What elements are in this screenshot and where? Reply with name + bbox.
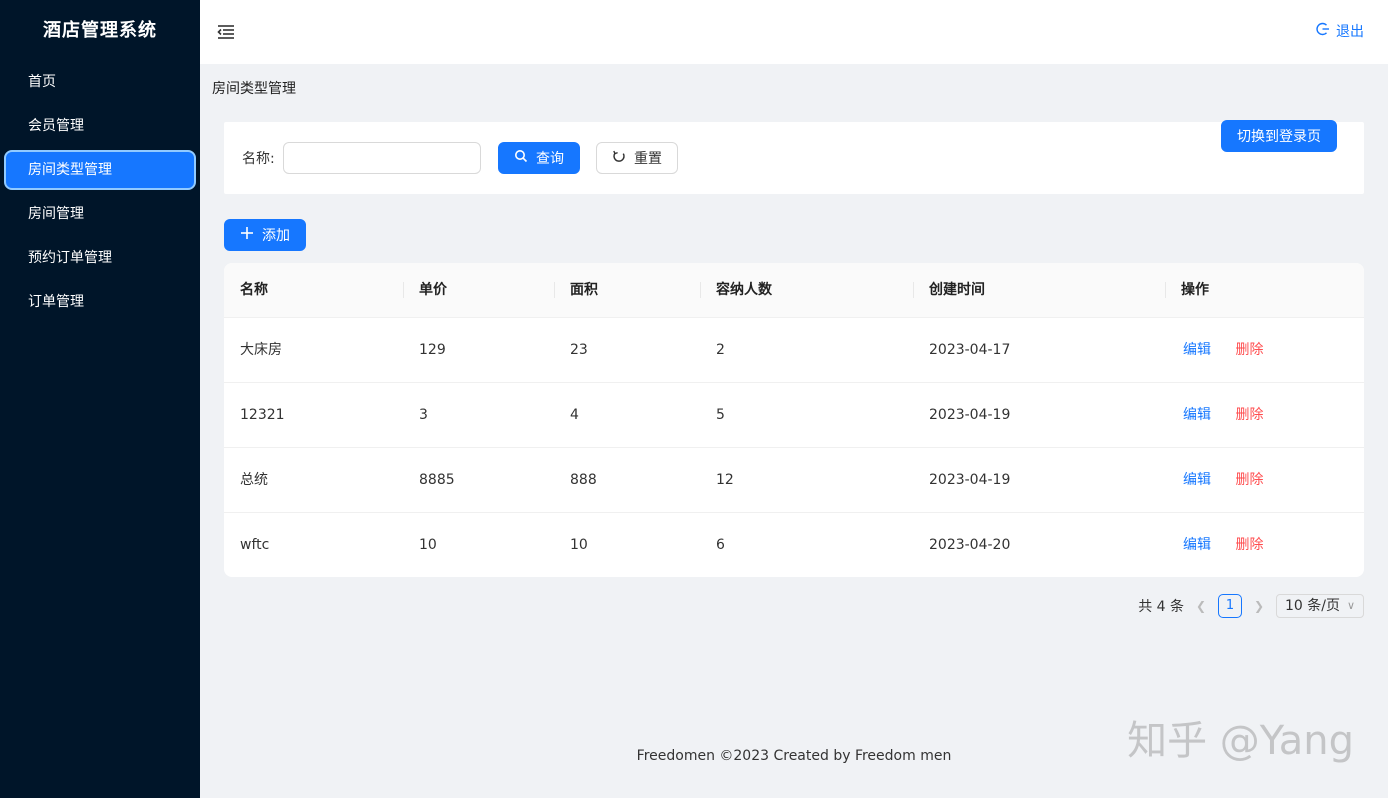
table-row: wftc 10 10 6 2023-04-20 编辑 删除 — [224, 513, 1364, 577]
edit-link[interactable]: 编辑 — [1183, 472, 1211, 488]
column-header-created[interactable]: 创建时间 — [913, 263, 1165, 317]
sidebar-item-members[interactable]: 会员管理 — [4, 106, 196, 146]
logout-button[interactable]: 退出 — [1316, 20, 1364, 44]
cell-created: 2023-04-19 — [929, 472, 1011, 488]
chevron-left-icon[interactable]: ❮ — [1194, 599, 1208, 613]
sidebar-item-reservations[interactable]: 预约订单管理 — [4, 238, 196, 278]
page-size-select[interactable]: 10 条/页 ∨ — [1276, 594, 1364, 618]
chevron-down-icon: ∨ — [1346, 599, 1355, 612]
table-header: 名称 单价 面积 容纳人数 创建时间 操作 — [224, 263, 1364, 318]
table-row: 大床房 129 23 2 2023-04-17 编辑 删除 — [224, 318, 1364, 383]
name-label: 名称: — [242, 151, 275, 167]
edit-link[interactable]: 编辑 — [1183, 537, 1211, 553]
cell-price: 10 — [419, 537, 437, 553]
column-header-area[interactable]: 面积 — [554, 263, 700, 317]
room-type-table: 名称 单价 面积 容纳人数 创建时间 操作 大床房 129 23 2 2023-… — [224, 263, 1364, 577]
cell-created: 2023-04-20 — [929, 537, 1011, 553]
app-title: 酒店管理系统 — [43, 20, 157, 41]
cell-created: 2023-04-19 — [929, 407, 1011, 423]
cell-name: 12321 — [240, 407, 285, 423]
cell-actions: 编辑 删除 — [1165, 513, 1364, 577]
sidebar-item-home[interactable]: 首页 — [4, 62, 196, 102]
page-number-button[interactable]: 1 — [1218, 594, 1242, 618]
cell-created: 2023-04-17 — [929, 342, 1011, 358]
page-size-value: 10 条/页 — [1285, 598, 1340, 614]
edit-link[interactable]: 编辑 — [1183, 342, 1211, 358]
chevron-right-icon[interactable]: ❯ — [1252, 599, 1266, 613]
column-header-price[interactable]: 单价 — [403, 263, 554, 317]
cell-area: 4 — [570, 407, 579, 423]
name-search-input[interactable] — [283, 142, 481, 174]
cell-capacity: 12 — [716, 472, 734, 488]
cell-capacity: 5 — [716, 407, 725, 423]
reset-label: 重置 — [634, 151, 662, 167]
switch-to-login-button[interactable]: 切换到登录页 — [1221, 120, 1337, 152]
add-button[interactable]: 添加 — [224, 219, 306, 251]
add-label: 添加 — [262, 228, 290, 244]
sidebar-item-rooms[interactable]: 房间管理 — [4, 194, 196, 234]
column-header-capacity[interactable]: 容纳人数 — [700, 263, 913, 317]
delete-link[interactable]: 删除 — [1235, 537, 1263, 553]
watermark: 知乎 @Yang — [1127, 718, 1354, 764]
sidebar-item-room-types[interactable]: 房间类型管理 — [4, 150, 196, 190]
table-row: 12321 3 4 5 2023-04-19 编辑 删除 — [224, 383, 1364, 448]
total-count: 共 4 条 — [1138, 599, 1184, 615]
cell-name: wftc — [240, 537, 270, 553]
cell-area: 10 — [570, 537, 588, 553]
column-header-name[interactable]: 名称 — [224, 263, 403, 317]
query-button[interactable]: 查询 — [498, 142, 580, 174]
reload-icon — [612, 149, 626, 167]
cell-price: 3 — [419, 407, 428, 423]
search-card: 名称: 查询 重置 切换到登录页 — [224, 120, 1364, 194]
edit-link[interactable]: 编辑 — [1183, 407, 1211, 423]
cell-area: 888 — [570, 472, 597, 488]
sidebar: 酒店管理系统 首页 会员管理 房间类型管理 房间管理 预约订单管理 订单管理 — [0, 0, 200, 798]
column-header-actions: 操作 — [1165, 263, 1364, 317]
cell-name: 总统 — [240, 472, 268, 488]
main-content: 名称: 查询 重置 切换到登录页 添加 名称 单价 面积 容纳人数 创建时间 操… — [212, 106, 1376, 644]
table-row: 总统 8885 888 12 2023-04-19 编辑 删除 — [224, 448, 1364, 513]
cell-actions: 编辑 删除 — [1165, 318, 1364, 382]
sidebar-menu: 首页 会员管理 房间类型管理 房间管理 预约订单管理 订单管理 — [0, 62, 200, 322]
cell-actions: 编辑 删除 — [1165, 448, 1364, 512]
cell-area: 23 — [570, 342, 588, 358]
cell-capacity: 6 — [716, 537, 725, 553]
cell-actions: 编辑 删除 — [1165, 383, 1364, 447]
search-icon — [514, 149, 528, 167]
plus-icon — [240, 226, 254, 244]
delete-link[interactable]: 删除 — [1235, 472, 1263, 488]
logout-icon — [1316, 20, 1330, 44]
cell-price: 129 — [419, 342, 446, 358]
pagination: 共 4 条 ❮ 1 ❯ 10 条/页 ∨ — [1138, 594, 1364, 618]
cell-capacity: 2 — [716, 342, 725, 358]
reset-button[interactable]: 重置 — [596, 142, 678, 174]
breadcrumb: 房间类型管理 — [212, 81, 296, 97]
query-label: 查询 — [536, 151, 564, 167]
delete-link[interactable]: 删除 — [1235, 342, 1263, 358]
menu-fold-icon[interactable] — [214, 20, 238, 44]
cell-price: 8885 — [419, 472, 455, 488]
sidebar-item-orders[interactable]: 订单管理 — [4, 282, 196, 322]
cell-name: 大床房 — [240, 342, 282, 358]
delete-link[interactable]: 删除 — [1235, 407, 1263, 423]
logout-label: 退出 — [1336, 24, 1364, 40]
header: 退出 — [200, 0, 1388, 64]
